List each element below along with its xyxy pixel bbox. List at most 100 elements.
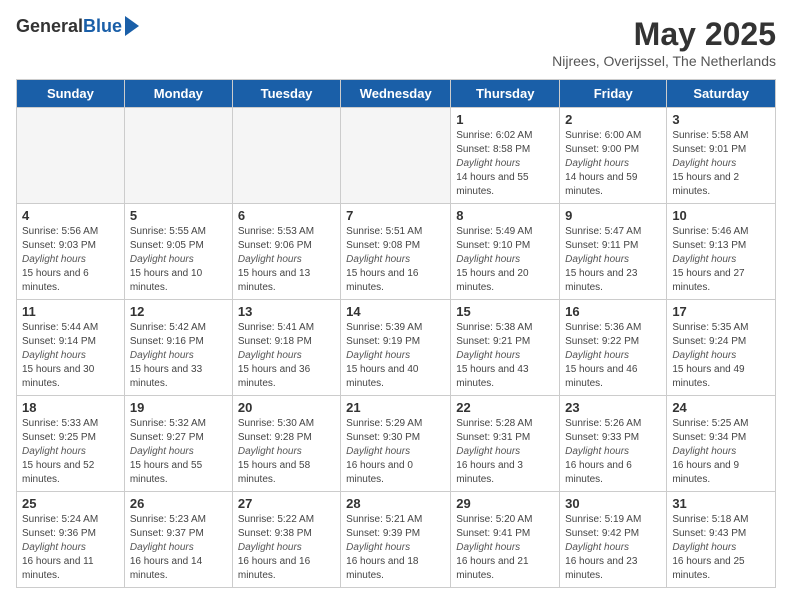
day-info: Sunrise: 5:20 AMSunset: 9:41 PMDaylight …	[456, 513, 554, 583]
daylight-label: Daylight hours	[22, 350, 86, 361]
day-number: 25	[22, 496, 119, 511]
column-header-saturday: Saturday	[667, 80, 776, 108]
calendar-cell	[232, 108, 340, 204]
week-row-3: 18Sunrise: 5:33 AMSunset: 9:25 PMDayligh…	[17, 396, 776, 492]
column-header-monday: Monday	[124, 80, 232, 108]
day-info: Sunrise: 5:41 AMSunset: 9:18 PMDaylight …	[238, 321, 335, 391]
day-info: Sunrise: 5:47 AMSunset: 9:11 PMDaylight …	[565, 225, 661, 295]
daylight-label: Daylight hours	[565, 254, 629, 265]
calendar-cell	[17, 108, 125, 204]
calendar-cell: 16Sunrise: 5:36 AMSunset: 9:22 PMDayligh…	[560, 300, 667, 396]
calendar-cell: 3Sunrise: 5:58 AMSunset: 9:01 PMDaylight…	[667, 108, 776, 204]
day-info: Sunrise: 5:25 AMSunset: 9:34 PMDaylight …	[672, 417, 770, 487]
day-info: Sunrise: 5:33 AMSunset: 9:25 PMDaylight …	[22, 417, 119, 487]
calendar-cell: 21 Sunrise: 5:29 AMSunset: 9:30 PMDayligh…	[341, 396, 451, 492]
daylight-label: Daylight hours	[565, 542, 629, 553]
day-info: Sunrise: 5:44 AMSunset: 9:14 PMDaylight …	[22, 321, 119, 391]
daylight-label: Daylight hours	[565, 446, 629, 457]
column-header-thursday: Thursday	[451, 80, 560, 108]
daylight-label: Daylight hours	[456, 254, 520, 265]
logo-general-text: General	[16, 16, 83, 37]
calendar-cell: 24 Sunrise: 5:25 AMSunset: 9:34 PMDayligh…	[667, 396, 776, 492]
daylight-label: Daylight hours	[672, 350, 736, 361]
calendar-cell: 28Sunrise: 5:21 AMSunset: 9:39 PMDayligh…	[341, 492, 451, 588]
calendar-cell: 4Sunrise: 5:56 AMSunset: 9:03 PMDaylight…	[17, 204, 125, 300]
calendar-cell: 26 Sunrise: 5:23 AMSunset: 9:37 PMDayligh…	[124, 492, 232, 588]
daylight-label: Daylight hours	[565, 350, 629, 361]
calendar-cell: 10Sunrise: 5:46 AMSunset: 9:13 PMDayligh…	[667, 204, 776, 300]
daylight-label: Daylight hours	[672, 254, 736, 265]
calendar-cell: 1 Sunrise: 6:02 AMSunset: 8:58 PMDaylight…	[451, 108, 560, 204]
day-info: Sunrise: 6:00 AMSunset: 9:00 PMDaylight …	[565, 129, 661, 199]
calendar-cell: 7Sunrise: 5:51 AMSunset: 9:08 PMDaylight…	[341, 204, 451, 300]
week-row-4: 25 Sunrise: 5:24 AMSunset: 9:36 PMDayligh…	[17, 492, 776, 588]
daylight-label: Daylight hours	[672, 542, 736, 553]
day-info: Sunrise: 5:24 AMSunset: 9:36 PMDaylight …	[22, 513, 119, 583]
page-header: General Blue May 2025 Nijrees, Overijsse…	[16, 16, 776, 69]
day-number: 27	[238, 496, 335, 511]
calendar-header-row: SundayMondayTuesdayWednesdayThursdayFrid…	[17, 80, 776, 108]
daylight-label: Daylight hours	[130, 350, 194, 361]
day-info: Sunrise: 5:53 AMSunset: 9:06 PMDaylight …	[238, 225, 335, 295]
calendar-body: 1 Sunrise: 6:02 AMSunset: 8:58 PMDaylight…	[17, 108, 776, 588]
calendar-cell: 13 Sunrise: 5:41 AMSunset: 9:18 PMDayligh…	[232, 300, 340, 396]
logo: General Blue	[16, 16, 139, 37]
daylight-label: Daylight hours	[238, 542, 302, 553]
calendar-cell: 9Sunrise: 5:47 AMSunset: 9:11 PMDaylight…	[560, 204, 667, 300]
day-info: Sunrise: 5:49 AMSunset: 9:10 PMDaylight …	[456, 225, 554, 295]
day-number: 24	[672, 400, 770, 415]
day-number: 1	[456, 112, 554, 127]
daylight-label: Daylight hours	[238, 350, 302, 361]
day-number: 8	[456, 208, 554, 223]
day-info: Sunrise: 6:02 AMSunset: 8:58 PMDaylight …	[456, 129, 554, 199]
daylight-label: Daylight hours	[456, 158, 520, 169]
day-number: 21	[346, 400, 445, 415]
day-number: 26	[130, 496, 227, 511]
calendar-cell: 31Sunrise: 5:18 AMSunset: 9:43 PMDayligh…	[667, 492, 776, 588]
day-info: Sunrise: 5:30 AMSunset: 9:28 PMDaylight …	[238, 417, 335, 487]
day-info: Sunrise: 5:58 AMSunset: 9:01 PMDaylight …	[672, 129, 770, 199]
daylight-label: Daylight hours	[346, 350, 410, 361]
day-info: Sunrise: 5:56 AMSunset: 9:03 PMDaylight …	[22, 225, 119, 295]
day-number: 11	[22, 304, 119, 319]
calendar-cell: 2Sunrise: 6:00 AMSunset: 9:00 PMDaylight…	[560, 108, 667, 204]
day-number: 17	[672, 304, 770, 319]
day-info: Sunrise: 5:38 AMSunset: 9:21 PMDaylight …	[456, 321, 554, 391]
day-number: 29	[456, 496, 554, 511]
daylight-label: Daylight hours	[130, 542, 194, 553]
week-row-2: 11 Sunrise: 5:44 AMSunset: 9:14 PMDayligh…	[17, 300, 776, 396]
day-info: Sunrise: 5:55 AMSunset: 9:05 PMDaylight …	[130, 225, 227, 295]
logo-blue-text: Blue	[83, 16, 122, 37]
daylight-label: Daylight hours	[456, 350, 520, 361]
calendar-cell: 29 Sunrise: 5:20 AMSunset: 9:41 PMDayligh…	[451, 492, 560, 588]
day-number: 28	[346, 496, 445, 511]
day-number: 13	[238, 304, 335, 319]
day-info: Sunrise: 5:29 AMSunset: 9:30 PMDaylight …	[346, 417, 445, 487]
daylight-label: Daylight hours	[346, 254, 410, 265]
day-info: Sunrise: 5:32 AMSunset: 9:27 PMDaylight …	[130, 417, 227, 487]
daylight-label: Daylight hours	[22, 446, 86, 457]
day-number: 20	[238, 400, 335, 415]
day-info: Sunrise: 5:36 AMSunset: 9:22 PMDaylight …	[565, 321, 661, 391]
day-info: Sunrise: 5:23 AMSunset: 9:37 PMDaylight …	[130, 513, 227, 583]
day-number: 22	[456, 400, 554, 415]
calendar-cell: 20 Sunrise: 5:30 AMSunset: 9:28 PMDayligh…	[232, 396, 340, 492]
column-header-tuesday: Tuesday	[232, 80, 340, 108]
daylight-label: Daylight hours	[565, 158, 629, 169]
daylight-label: Daylight hours	[346, 542, 410, 553]
day-info: Sunrise: 5:22 AMSunset: 9:38 PMDaylight …	[238, 513, 335, 583]
day-info: Sunrise: 5:26 AMSunset: 9:33 PMDaylight …	[565, 417, 661, 487]
week-row-1: 4Sunrise: 5:56 AMSunset: 9:03 PMDaylight…	[17, 204, 776, 300]
calendar-cell	[341, 108, 451, 204]
day-number: 31	[672, 496, 770, 511]
calendar-cell: 5Sunrise: 5:55 AMSunset: 9:05 PMDaylight…	[124, 204, 232, 300]
logo-arrow-icon	[125, 16, 139, 36]
calendar-cell: 25 Sunrise: 5:24 AMSunset: 9:36 PMDayligh…	[17, 492, 125, 588]
title-section: May 2025 Nijrees, Overijssel, The Nether…	[552, 16, 776, 69]
daylight-label: Daylight hours	[346, 446, 410, 457]
daylight-label: Daylight hours	[456, 446, 520, 457]
day-info: Sunrise: 5:28 AMSunset: 9:31 PMDaylight …	[456, 417, 554, 487]
calendar-cell	[124, 108, 232, 204]
daylight-label: Daylight hours	[456, 542, 520, 553]
daylight-label: Daylight hours	[130, 254, 194, 265]
